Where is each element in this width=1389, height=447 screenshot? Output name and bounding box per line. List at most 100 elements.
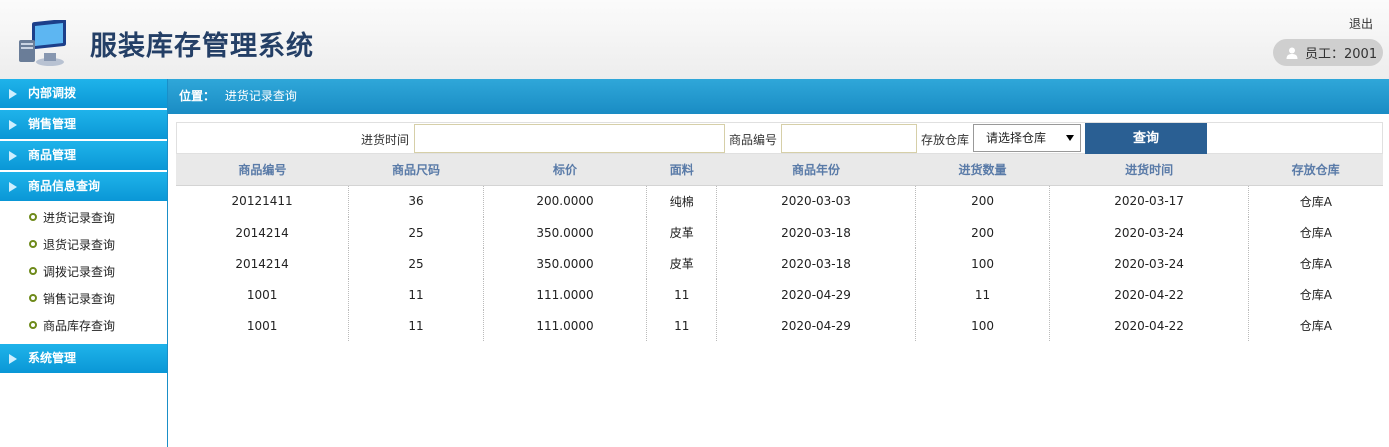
table-cell: 2020-03-17	[1049, 185, 1249, 217]
sidebar-menu-sales[interactable]: 销售管理	[0, 110, 167, 139]
table-cell: 2020-04-29	[716, 279, 916, 310]
sidebar-item-label: 商品库存查询	[43, 319, 116, 333]
search-form: 进货时间 商品编号 存放仓库 请选择仓库 查询	[176, 122, 1383, 154]
breadcrumb-path: 进货记录查询	[224, 89, 297, 103]
table-cell: 2020-03-24	[1049, 217, 1249, 248]
column-header: 面料	[646, 154, 717, 186]
arrow-right-icon	[9, 182, 17, 192]
table-cell: 2020-03-18	[716, 217, 916, 248]
table-cell: 200	[915, 217, 1051, 248]
table-cell: 350.0000	[483, 248, 648, 279]
sidebar-menu-internal-transfer[interactable]: 内部调拨	[0, 79, 167, 108]
sidebar-item-sales-records[interactable]: 销售记录查询	[0, 286, 167, 313]
purchase-time-label: 进货时间	[361, 133, 410, 147]
table-cell: 100	[915, 310, 1051, 341]
sidebar-item-label: 调拨记录查询	[43, 265, 116, 279]
table-cell: 2020-03-18	[716, 248, 916, 279]
query-button[interactable]: 查询	[1085, 123, 1207, 154]
column-header: 商品编号	[176, 154, 349, 186]
sidebar-menu-label: 系统管理	[28, 351, 77, 365]
sidebar-item-transfer-records[interactable]: 调拨记录查询	[0, 259, 167, 286]
table-cell: 11	[646, 279, 718, 310]
table-cell: 2014214	[176, 217, 350, 248]
table-cell: 1001	[176, 279, 350, 310]
product-code-input[interactable]	[781, 124, 917, 153]
product-code-label: 商品编号	[729, 133, 778, 147]
sidebar-submenu: 进货记录查询 退货记录查询 调拨记录查询 销售记录查询 商品库存查询	[0, 203, 167, 344]
arrow-right-icon	[9, 120, 17, 130]
caret-down-icon	[1066, 135, 1074, 141]
user-icon	[1286, 47, 1298, 59]
sidebar-menu-label: 商品管理	[28, 148, 77, 162]
table-header-row: 商品编号 商品尺码 标价 面料 商品年份 进货数量 进货时间 存放仓库	[176, 154, 1383, 186]
warehouse-select[interactable]: 请选择仓库	[973, 124, 1081, 152]
table-cell: 2020-04-22	[1049, 310, 1249, 341]
sidebar-item-purchase-records[interactable]: 进货记录查询	[0, 205, 167, 232]
table-cell: 仓库A	[1299, 319, 1332, 333]
table-cell: 11	[348, 310, 484, 341]
table-cell: 100	[915, 248, 1051, 279]
table-cell: 11	[915, 279, 1051, 310]
table-cell: 11	[646, 310, 718, 341]
breadcrumb-label: 位置：	[179, 89, 216, 103]
sidebar-item-inventory[interactable]: 商品库存查询	[0, 313, 167, 340]
bullet-icon	[29, 267, 37, 275]
arrow-right-icon	[9, 89, 17, 99]
sidebar: 内部调拨 销售管理 商品管理 商品信息查询 进货记录查询 退货记录查询 调拨记录…	[0, 79, 168, 447]
logout-link[interactable]: 退出	[1349, 15, 1373, 32]
table-cell: 11	[348, 279, 484, 310]
table-cell: 2014214	[176, 248, 350, 279]
computer-logo-icon	[19, 20, 66, 66]
sidebar-menu-label: 商品信息查询	[28, 179, 101, 193]
warehouse-select-value: 请选择仓库	[986, 131, 1047, 145]
table-cell: 2020-03-24	[1049, 248, 1249, 279]
table-row: 1001 11 111.0000 11 2020-04-29 11 2020-04-22 仓库…	[176, 279, 1383, 310]
table-row: 20121411 36 200.0000 纯棉 2020-03-03 200 2020-03…	[176, 185, 1383, 217]
table-row: 1001 11 111.0000 11 2020-04-29 100 2020-04-22 仓…	[176, 310, 1383, 341]
arrow-right-icon	[9, 151, 17, 161]
sidebar-item-label: 销售记录查询	[43, 292, 116, 306]
table-cell: 仓库A	[1299, 194, 1332, 209]
table-cell: 2020-03-03	[716, 185, 916, 217]
table-cell: 111.0000	[483, 279, 648, 310]
table-cell: 2020-04-22	[1049, 279, 1249, 310]
sidebar-item-label: 退货记录查询	[43, 238, 116, 252]
app-title: 服装库存管理系统	[90, 31, 314, 62]
warehouse-label: 存放仓库	[921, 133, 970, 147]
sidebar-menu-label: 内部调拨	[28, 86, 77, 100]
table-cell: 仓库A	[1299, 226, 1332, 240]
column-header: 标价	[483, 154, 647, 186]
column-header: 存放仓库	[1248, 154, 1383, 186]
table-cell: 200	[915, 185, 1051, 217]
table-cell: 仓库A	[1299, 257, 1332, 271]
table-cell: 纯棉	[646, 185, 718, 217]
user-badge[interactable]: 员工：2001	[1273, 39, 1383, 66]
table-cell: 36	[348, 185, 484, 217]
table-cell: 25	[348, 248, 484, 279]
user-label: 员工：2001	[1305, 47, 1378, 62]
purchase-time-input[interactable]	[414, 124, 725, 153]
table-cell: 200.0000	[483, 185, 648, 217]
table-cell: 1001	[176, 310, 350, 341]
table-row: 2014214 25 350.0000 皮革 2020-03-18 100 2020-03-…	[176, 248, 1383, 279]
table-cell: 仓库A	[1299, 288, 1332, 302]
column-header: 进货时间	[1049, 154, 1249, 186]
bullet-icon	[29, 294, 37, 302]
sidebar-menu-product-query[interactable]: 商品信息查询	[0, 172, 167, 201]
sidebar-item-return-records[interactable]: 退货记录查询	[0, 232, 167, 259]
sidebar-item-label: 进货记录查询	[43, 211, 116, 225]
app-header: 服装库存管理系统 退出 员工：2001	[0, 0, 1389, 79]
table-cell: 皮革	[646, 248, 718, 279]
arrow-right-icon	[9, 354, 17, 364]
bullet-icon	[29, 321, 37, 329]
sidebar-menu-system[interactable]: 系统管理	[0, 344, 167, 373]
sidebar-menu-label: 销售管理	[28, 117, 77, 131]
bullet-icon	[29, 213, 37, 221]
table-row: 2014214 25 350.0000 皮革 2020-03-18 200 2020-03-…	[176, 217, 1383, 248]
bullet-icon	[29, 240, 37, 248]
column-header: 商品年份	[716, 154, 916, 186]
table-body: 20121411 36 200.0000 纯棉 2020-03-03 200 2020-03…	[176, 185, 1383, 341]
sidebar-menu-products[interactable]: 商品管理	[0, 141, 167, 170]
table-cell: 皮革	[646, 217, 718, 248]
table-cell: 20121411	[176, 185, 350, 217]
